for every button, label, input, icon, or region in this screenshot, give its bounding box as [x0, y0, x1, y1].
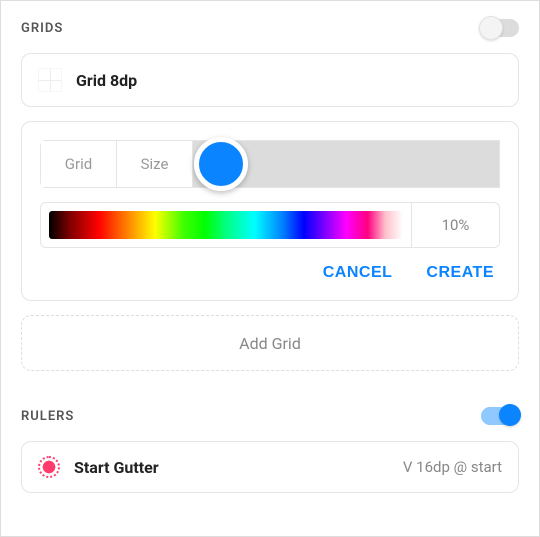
- tab-grid[interactable]: Grid: [41, 141, 117, 187]
- grid-editor-topbar: Grid Size: [40, 140, 500, 188]
- spectrum-row: 10%: [40, 202, 500, 248]
- grid-editor: Grid Size 10% CANCEL CREATE: [21, 121, 519, 301]
- ruler-item-name: Start Gutter: [74, 458, 159, 477]
- color-thumb[interactable]: [194, 137, 248, 191]
- hue-spectrum[interactable]: [49, 211, 403, 239]
- add-grid-button[interactable]: Add Grid: [21, 315, 519, 371]
- grid-icon: [38, 68, 62, 92]
- rulers-toggle[interactable]: [481, 407, 519, 425]
- grids-toggle[interactable]: [481, 19, 519, 37]
- opacity-value[interactable]: 10%: [411, 203, 499, 247]
- editor-actions: CANCEL CREATE: [40, 264, 500, 282]
- settings-panel: GRIDS Grid 8dp Grid Size 10% CANCEL CREA…: [0, 0, 540, 537]
- rulers-title: RULERS: [21, 409, 74, 424]
- ruler-item-meta: V 16dp @ start: [403, 458, 502, 476]
- rulers-section-header: RULERS: [1, 389, 539, 435]
- ruler-item-card[interactable]: Start Gutter V 16dp @ start: [21, 441, 519, 493]
- create-button[interactable]: CREATE: [426, 264, 494, 282]
- ruler-icon: [38, 456, 60, 478]
- grid-item-card[interactable]: Grid 8dp: [21, 53, 519, 107]
- tab-size[interactable]: Size: [117, 141, 193, 187]
- add-grid-label: Add Grid: [239, 334, 301, 353]
- cancel-button[interactable]: CANCEL: [323, 264, 393, 282]
- grids-title: GRIDS: [21, 21, 63, 36]
- color-track[interactable]: [193, 141, 499, 187]
- grid-item-name: Grid 8dp: [76, 71, 137, 90]
- grids-section-header: GRIDS: [1, 1, 539, 47]
